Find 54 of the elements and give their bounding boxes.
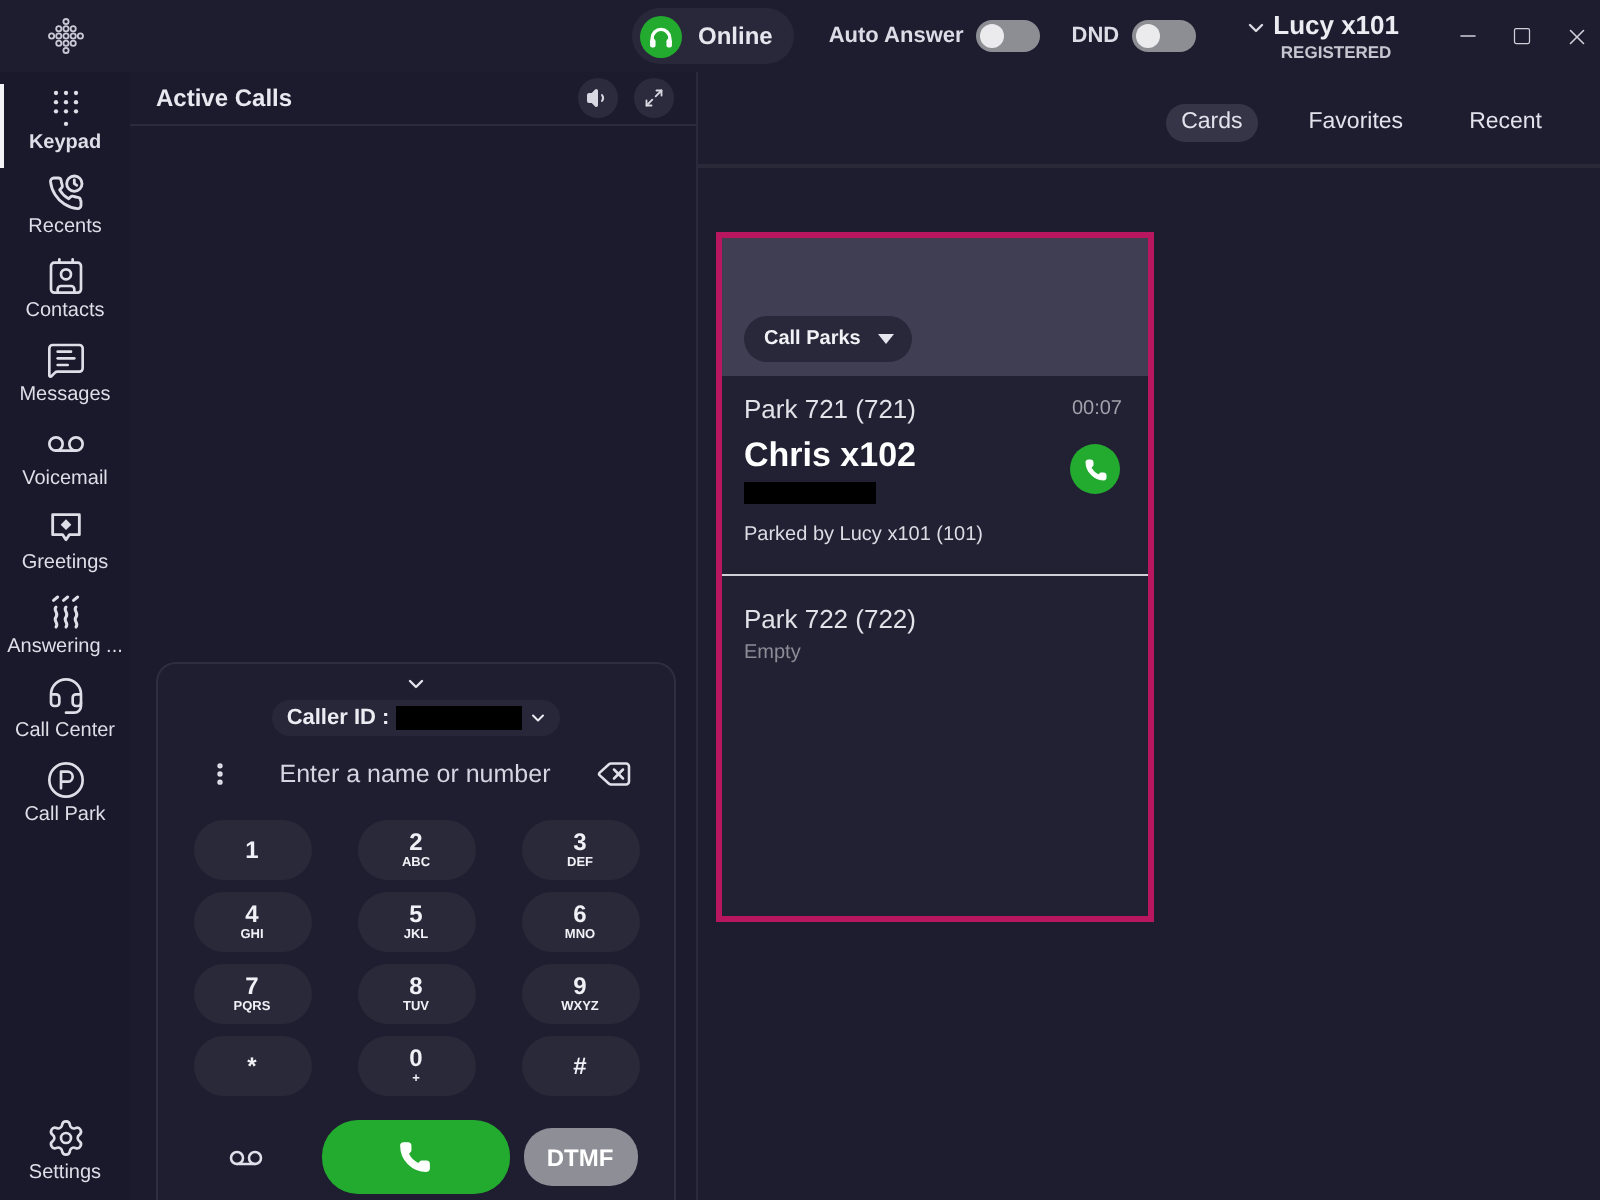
dialpad-key[interactable]: * [193,1036,311,1096]
maximize-button[interactable] [1508,22,1536,50]
caller-id-dropdown[interactable]: Caller ID : [272,700,560,736]
contact-card-icon [45,256,85,296]
headset-icon [45,676,85,716]
dialpad-key[interactable]: # [521,1036,639,1096]
status-button[interactable]: Online [632,8,795,64]
toggle-switch[interactable] [1131,20,1196,52]
sidebar-item[interactable]: Contacts [0,252,130,336]
number-input[interactable]: Enter a name or number [234,756,596,792]
dot-diamond-logo-icon [45,16,85,56]
parked-by-text: Parked by Lucy x101 (101) [744,522,986,550]
sidebar-item[interactable]: Settings [0,1114,130,1198]
account-name: Lucy x101 [1273,10,1399,42]
sidebar-item[interactable]: Recents [0,168,130,252]
caret-icon [878,334,895,344]
message-icon [45,340,85,380]
phone-clock-icon [45,172,85,212]
expand-button[interactable] [634,78,674,118]
view-tab[interactable]: Favorites [1292,103,1420,141]
speaker-icon [586,86,610,110]
sidebar-item[interactable]: Greetings [0,504,130,588]
parking-icon [45,760,85,800]
expand-icon [644,88,664,108]
call-button[interactable] [321,1120,509,1194]
maximize-icon [1512,26,1532,46]
backspace-icon[interactable] [596,756,632,792]
toggle-label: Auto Answer [828,24,964,48]
speaker-button[interactable] [578,78,618,118]
settings-icon [45,1118,85,1158]
park-title: Park 722 (722) [744,603,916,633]
registration-status: REGISTERED [1280,42,1392,62]
caller-name: Chris x102 [744,434,916,478]
phone-icon [398,1140,432,1174]
headphones-icon [640,15,682,57]
sidebar-item[interactable]: Answering ... [0,588,130,672]
panel-title: Active Calls [156,84,293,112]
park-status: Empty [744,640,803,668]
dialpad-key[interactable]: 1 [193,820,311,880]
redaction-bar [744,482,876,504]
park-title: Park 721 (721) [744,393,916,423]
sidebar-item[interactable]: Voicemail [0,420,130,504]
toggle-switch[interactable] [975,20,1040,52]
redaction-bar [395,706,522,730]
toggle-label: DND [1071,24,1120,48]
pickup-button[interactable] [1070,444,1120,494]
sidebar-item[interactable]: Call Park [0,756,130,840]
view-tab[interactable]: Recent [1453,103,1558,141]
call-parks-dropdown[interactable]: Call Parks [744,316,913,362]
phone-icon [1083,457,1107,481]
view-tab[interactable]: Cards [1165,103,1259,141]
park-timer: 00:07 [1071,397,1122,419]
sidebar-item[interactable]: Call Center [0,672,130,756]
sidebar-item[interactable]: Messages [0,336,130,420]
